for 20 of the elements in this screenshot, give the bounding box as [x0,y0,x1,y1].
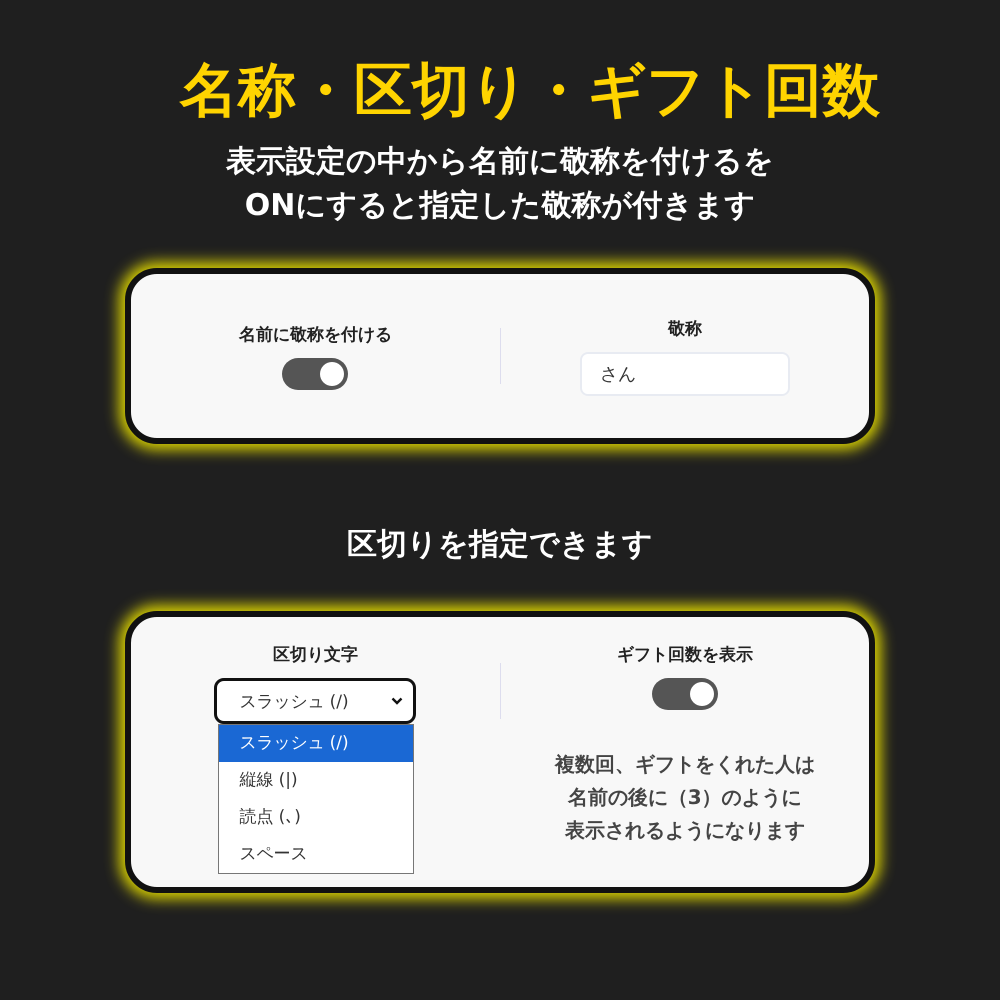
dropdown-option[interactable]: スラッシュ (/) [219,725,414,762]
note-line: 名前の後に（3）のように [568,784,802,811]
dropdown-option[interactable]: 縦線 (|) [219,762,414,799]
toggle-switch[interactable] [282,358,348,390]
note-line: 複数回、ギフトをくれた人は [554,751,815,778]
section-heading: 区切りを指定できます [347,526,653,564]
chevron-icon [391,697,404,705]
toggle-label: 名前に敬称を付ける [238,324,392,346]
toggle-switch[interactable] [652,678,718,710]
subtitle-line: ONにすると指定した敬称が付きます [244,187,756,225]
dropdown-option[interactable]: スペース [219,836,414,873]
separator-select[interactable]: スラッシュ (/) [214,678,416,724]
toggle-label: ギフト回数を表示 [616,644,753,666]
select-label: 区切り文字 [272,644,358,666]
honorific-input-field[interactable]: さん [580,352,790,396]
dropdown-option[interactable]: 読点 (､) [219,799,414,836]
subtitle-line: 表示設定の中から名前に敬称を付けるを [226,143,774,181]
note-line: 表示されるようになります [564,817,805,844]
field-label: 敬称 [668,318,702,340]
page-title: 名称・区切り・ギフト回数 [178,55,880,126]
